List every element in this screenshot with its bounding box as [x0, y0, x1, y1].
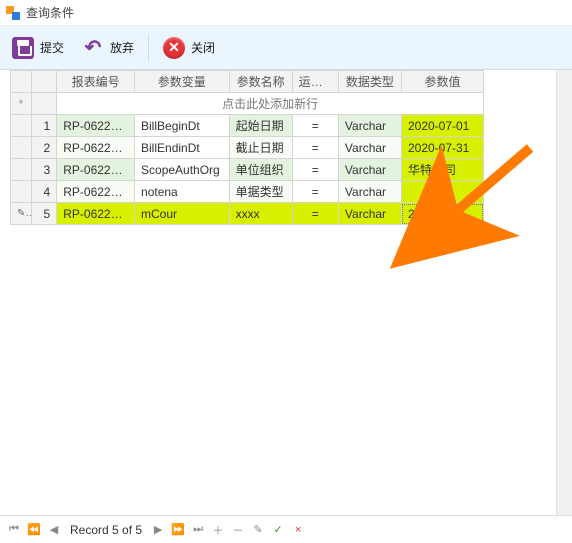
- row-number: 1: [32, 115, 57, 137]
- cell-report-no[interactable]: RP-0622002: [57, 203, 135, 225]
- cell-param-var[interactable]: ScopeAuthOrg: [135, 159, 230, 181]
- cell-param-value-editing[interactable]: 2020-07: [401, 203, 483, 225]
- nav-prev-button[interactable]: ◀: [46, 522, 62, 538]
- cell-param-var[interactable]: BillEndinDt: [135, 137, 230, 159]
- text-cursor: [452, 207, 453, 220]
- discard-button[interactable]: ↶ 放弃: [78, 35, 138, 61]
- nav-delete-button[interactable]: －: [230, 522, 246, 538]
- table-row[interactable]: 4 RP-0622002 notena 单据类型 = Varchar: [11, 181, 484, 203]
- col-data-type[interactable]: 数据类型: [338, 71, 401, 93]
- nav-add-button[interactable]: ＋: [210, 522, 226, 538]
- col-param-value[interactable]: 参数值: [401, 71, 483, 93]
- cell-data-type[interactable]: Varchar: [338, 159, 401, 181]
- nav-accept-button[interactable]: ✓: [270, 522, 286, 538]
- toolbar: 提交 ↶ 放弃 ✕ 关闭: [0, 26, 572, 70]
- nav-last-button[interactable]: ⏭: [190, 522, 206, 538]
- cell-param-name[interactable]: 单位组织: [229, 159, 292, 181]
- cell-param-value[interactable]: 华特公司: [401, 159, 483, 181]
- titlebar: 查询条件: [0, 0, 572, 26]
- cell-param-name[interactable]: 截止日期: [229, 137, 292, 159]
- vertical-scrollbar[interactable]: [556, 70, 572, 515]
- row-number: 5: [32, 203, 57, 225]
- row-indicator: [11, 181, 32, 203]
- row-number: 3: [32, 159, 57, 181]
- col-report-no[interactable]: 报表编号: [57, 71, 135, 93]
- row-indicator: [11, 159, 32, 181]
- record-position-label: Record 5 of 5: [70, 523, 142, 537]
- cell-param-var[interactable]: BillBeginDt: [135, 115, 230, 137]
- cell-data-type[interactable]: Varchar: [338, 181, 401, 203]
- data-grid[interactable]: 报表编号 参数变量 参数名称 运算符 数据类型 参数值 * 点击此处添加新行 1…: [10, 70, 484, 225]
- nav-edit-button[interactable]: ✎: [250, 522, 266, 538]
- grid-area: 报表编号 参数变量 参数名称 运算符 数据类型 参数值 * 点击此处添加新行 1…: [0, 70, 572, 515]
- cell-param-name[interactable]: 单据类型: [229, 181, 292, 203]
- grid-new-row[interactable]: * 点击此处添加新行: [11, 93, 484, 115]
- nav-next-button[interactable]: ▶: [150, 522, 166, 538]
- toolbar-separator: [148, 34, 149, 62]
- window-title: 查询条件: [26, 4, 74, 21]
- cell-param-var[interactable]: notena: [135, 181, 230, 203]
- submit-button[interactable]: 提交: [8, 35, 68, 61]
- cell-operator[interactable]: =: [292, 115, 338, 137]
- app-icon: [6, 6, 20, 20]
- nav-prev-page-button[interactable]: ⏪: [26, 522, 42, 538]
- cell-data-type[interactable]: Varchar: [338, 203, 401, 225]
- col-param-name[interactable]: 参数名称: [229, 71, 292, 93]
- cell-param-value[interactable]: [401, 181, 483, 203]
- save-icon: [12, 37, 34, 59]
- col-indicator[interactable]: [11, 71, 32, 93]
- record-navigator: ⏮ ⏪ ◀ Record 5 of 5 ▶ ⏩ ⏭ ＋ － ✎ ✓ ×: [0, 515, 572, 543]
- table-row[interactable]: 1 RP-0622002 BillBeginDt 起始日期 = Varchar …: [11, 115, 484, 137]
- row-number: 4: [32, 181, 57, 203]
- row-indicator: [11, 115, 32, 137]
- col-rownum[interactable]: [32, 71, 57, 93]
- cell-data-type[interactable]: Varchar: [338, 137, 401, 159]
- cell-param-var[interactable]: mCour: [135, 203, 230, 225]
- new-row-hint[interactable]: 点击此处添加新行: [57, 93, 484, 115]
- cell-report-no[interactable]: RP-0622002: [57, 181, 135, 203]
- editing-value: 2020-07: [408, 207, 452, 221]
- close-icon: ✕: [163, 37, 185, 59]
- cell-param-value[interactable]: 2020-07-31: [401, 137, 483, 159]
- undo-icon: ↶: [82, 37, 104, 59]
- row-edit-indicator: ✎: [11, 203, 32, 225]
- discard-label: 放弃: [110, 39, 134, 56]
- table-row-selected[interactable]: ✎ 5 RP-0622002 mCour xxxx = Varchar 2020…: [11, 203, 484, 225]
- row-indicator: [11, 137, 32, 159]
- cell-operator[interactable]: =: [292, 159, 338, 181]
- nav-next-page-button[interactable]: ⏩: [170, 522, 186, 538]
- cell-data-type[interactable]: Varchar: [338, 115, 401, 137]
- row-number: 2: [32, 137, 57, 159]
- col-operator[interactable]: 运算符: [292, 71, 338, 93]
- cell-param-value[interactable]: 2020-07-01: [401, 115, 483, 137]
- nav-cancel-button[interactable]: ×: [290, 522, 306, 538]
- cell-operator[interactable]: =: [292, 137, 338, 159]
- cell-report-no[interactable]: RP-0622002: [57, 115, 135, 137]
- cell-report-no[interactable]: RP-0622002: [57, 137, 135, 159]
- cell-operator[interactable]: =: [292, 181, 338, 203]
- nav-first-button[interactable]: ⏮: [6, 522, 22, 538]
- close-button[interactable]: ✕ 关闭: [159, 35, 219, 61]
- cell-report-no[interactable]: RP-0622002: [57, 159, 135, 181]
- table-row[interactable]: 2 RP-0622002 BillEndinDt 截止日期 = Varchar …: [11, 137, 484, 159]
- cell-param-name[interactable]: xxxx: [229, 203, 292, 225]
- cell-param-name[interactable]: 起始日期: [229, 115, 292, 137]
- cell-operator[interactable]: =: [292, 203, 338, 225]
- grid-header-row: 报表编号 参数变量 参数名称 运算符 数据类型 参数值: [11, 71, 484, 93]
- submit-label: 提交: [40, 39, 64, 56]
- table-row[interactable]: 3 RP-0622002 ScopeAuthOrg 单位组织 = Varchar…: [11, 159, 484, 181]
- new-row-marker: *: [11, 93, 32, 115]
- close-label: 关闭: [191, 39, 215, 56]
- col-param-var[interactable]: 参数变量: [135, 71, 230, 93]
